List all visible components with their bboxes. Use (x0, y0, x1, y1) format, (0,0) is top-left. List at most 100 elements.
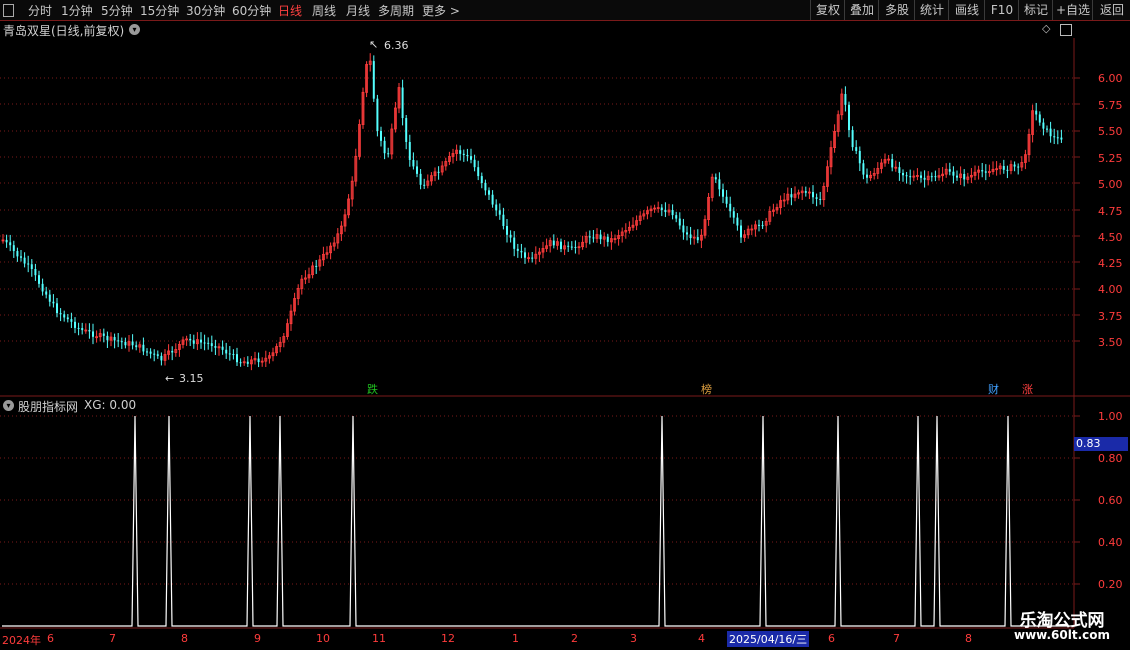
candle-body (758, 224, 760, 226)
candle-body (214, 346, 217, 348)
candle-body (560, 241, 562, 249)
candle-body (1006, 169, 1009, 171)
candle-body (696, 237, 699, 241)
price-tick: 4.50 (1098, 231, 1123, 244)
marker-rank[interactable]: 榜 (699, 381, 714, 397)
candle-body (63, 314, 66, 318)
candle-body (149, 351, 152, 354)
indicator-tick: 0.20 (1098, 578, 1123, 591)
candle-body (459, 150, 462, 154)
candle-body (412, 159, 415, 167)
candle-body (509, 234, 512, 238)
price-tick: 6.00 (1098, 72, 1123, 85)
candle-body (171, 350, 174, 353)
date-label: 12 (441, 632, 455, 645)
candle-body (405, 118, 408, 143)
marker-rise[interactable]: 涨 (1020, 381, 1035, 397)
candle-body (1017, 166, 1020, 168)
price-tick: 5.25 (1098, 152, 1123, 165)
candle-body (45, 291, 48, 295)
candle-body (819, 198, 822, 200)
candle-body (466, 154, 469, 157)
marker-fall[interactable]: 跌 (365, 381, 380, 397)
candle-body (30, 264, 33, 270)
candle-body (207, 342, 210, 344)
candle-body (81, 328, 84, 331)
candle-body (722, 189, 724, 197)
marker-finance[interactable]: 财 (986, 381, 1001, 397)
candle-body (210, 343, 213, 347)
candle-body (1056, 137, 1059, 139)
candle-body (689, 234, 692, 239)
chevron-down-icon[interactable]: ▾ (3, 400, 14, 411)
date-label: 10 (316, 632, 330, 645)
indicator-tick: 0.40 (1098, 536, 1123, 549)
candle-body (106, 335, 109, 341)
candle-body (1042, 122, 1045, 129)
candle-body (401, 87, 404, 119)
candle-body (909, 176, 912, 178)
candle-body (5, 239, 8, 243)
candle-body (34, 269, 37, 276)
candle-body (1060, 137, 1063, 140)
candle-body (923, 177, 926, 180)
candle-body (228, 353, 231, 355)
candle-body (740, 225, 742, 238)
candle-body (1046, 128, 1048, 130)
candle-body (732, 211, 735, 218)
candle-body (714, 177, 717, 180)
candle-body (70, 319, 73, 322)
candle-body (1035, 110, 1038, 115)
candle-body (812, 192, 814, 198)
candle-body (851, 130, 854, 148)
candle-body (718, 179, 721, 190)
price-tick: 4.00 (1098, 283, 1123, 296)
date-label: 1 (512, 632, 519, 645)
candle-body (135, 345, 138, 348)
indicator-value: XG: 0.00 (84, 398, 137, 412)
indicator-tick: 0.60 (1098, 494, 1123, 507)
candle-body (117, 340, 120, 342)
candle-body (498, 210, 501, 215)
candle-body (423, 184, 426, 186)
candle-body (16, 251, 19, 257)
candle-body (948, 169, 951, 172)
candle-body (239, 362, 242, 364)
candle-body (675, 215, 678, 219)
candle-body (470, 156, 472, 160)
candle-body (678, 218, 681, 226)
candle-body (660, 207, 663, 211)
candle-body (488, 190, 490, 195)
candle-body (131, 341, 134, 346)
candle-body (203, 342, 206, 344)
candle-body (23, 257, 26, 264)
candle-body (934, 176, 937, 178)
candle-body (156, 354, 159, 356)
high-price-label: 6.36 (384, 39, 409, 52)
candle-body (790, 194, 793, 198)
candle-body (502, 214, 505, 227)
candle-body (516, 248, 519, 251)
candle-body (761, 225, 764, 227)
candle-body (858, 150, 861, 164)
candle-body (506, 226, 508, 235)
date-label: 2 (571, 632, 578, 645)
candle-body (815, 197, 818, 199)
signal-line (2, 415, 1074, 627)
candle-body (671, 210, 674, 216)
candle-body (844, 94, 847, 105)
candle-body (1053, 136, 1056, 138)
candle-body (200, 339, 202, 343)
stock-chart[interactable] (0, 0, 1130, 650)
candle-body (952, 171, 955, 176)
candle-body (905, 175, 908, 177)
indicator-title: 股朋指标网 (18, 400, 79, 414)
candle-body (686, 232, 688, 235)
candle-body (520, 250, 523, 253)
candle-body (574, 246, 577, 248)
candle-body (891, 159, 894, 168)
candle-body (419, 173, 422, 185)
candle-body (160, 355, 163, 361)
candle-body (113, 337, 116, 341)
candle-body (38, 275, 40, 284)
